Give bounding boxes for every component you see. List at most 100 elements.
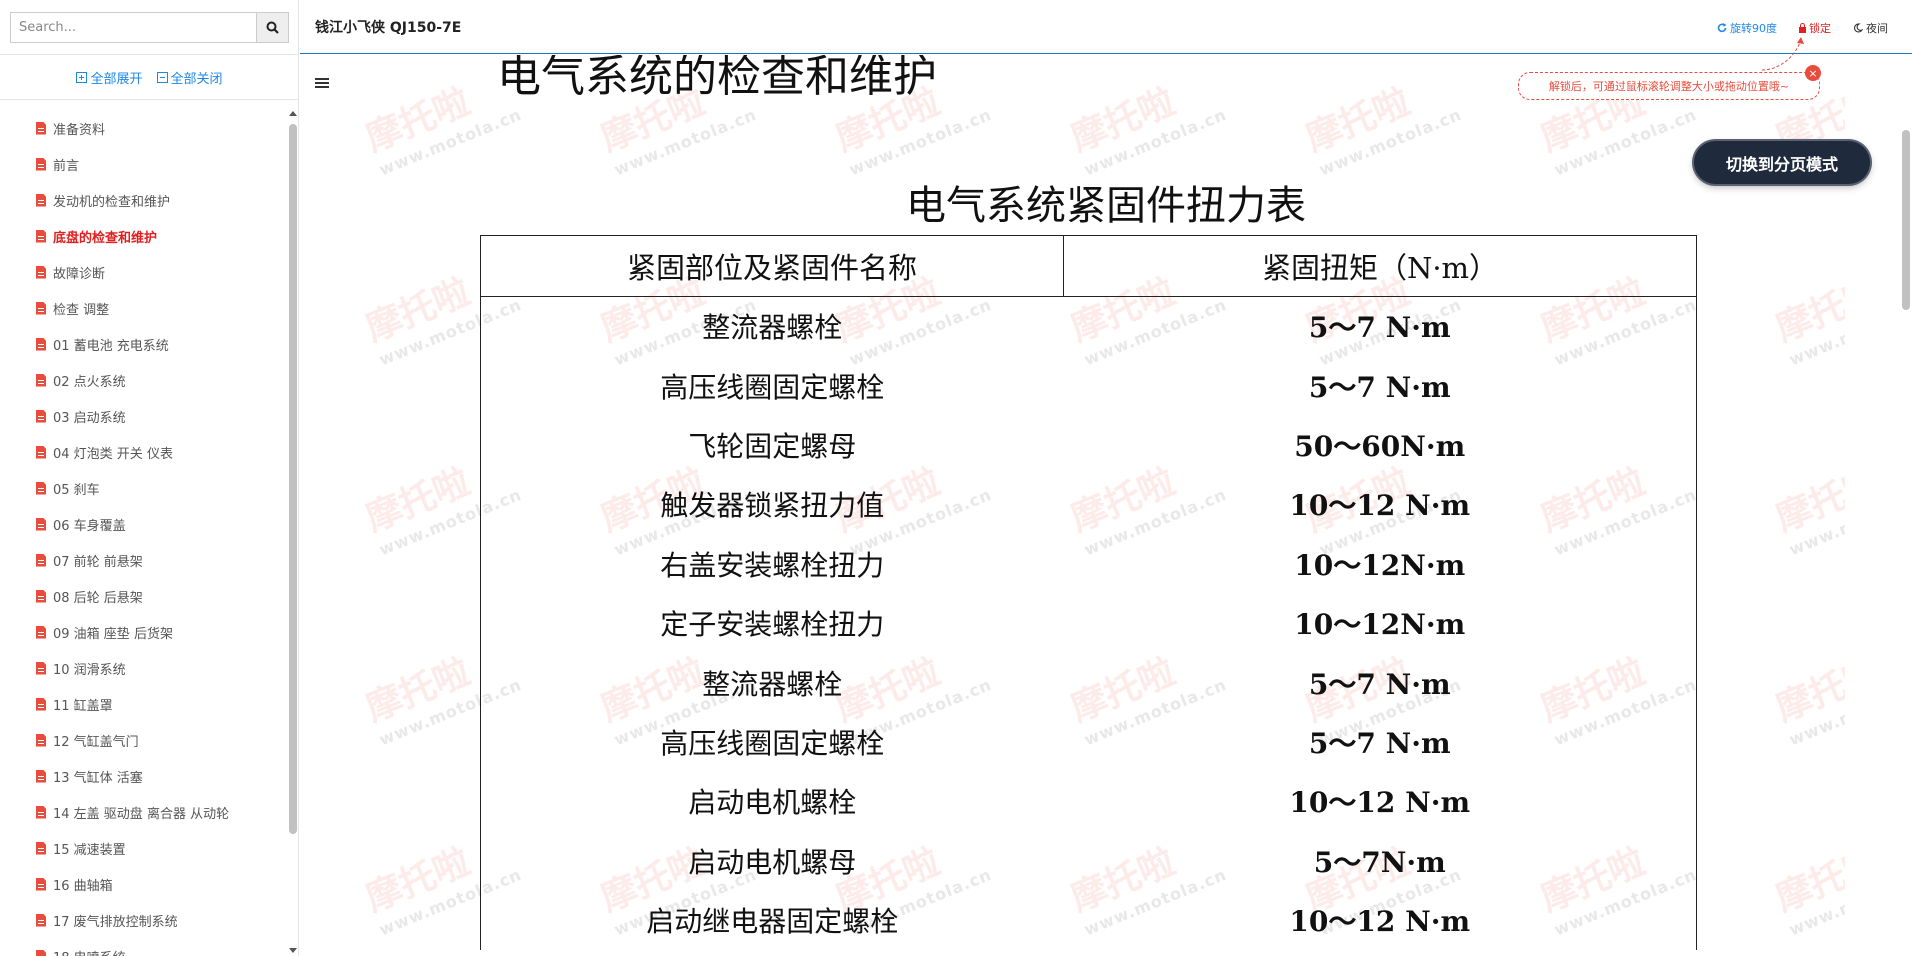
toc-item[interactable]: 02 点火系统 (0, 362, 287, 398)
torque-value-cell: 5～7 N·m (1063, 652, 1697, 713)
toc-item[interactable]: 准备资料 (0, 110, 287, 146)
torque-table: 紧固部位及紧固件名称 紧固扭矩（N·m） 整流器螺栓 5～7 N·m 高压线圈固定螺… (480, 235, 1697, 950)
scroll-up-icon[interactable] (289, 111, 297, 116)
toc-item-label: 前言 (53, 158, 80, 174)
document-title: 钱江小飞侠 QJ150-7E (315, 20, 462, 36)
lock-button[interactable]: 锁定 (1799, 20, 1831, 36)
search-icon (266, 21, 279, 34)
collapse-all-button[interactable]: 全部关闭 (156, 68, 223, 87)
document-icon (36, 445, 46, 459)
document-icon (36, 661, 46, 675)
column-header-torque: 紧固扭矩（N·m） (1063, 235, 1697, 297)
expand-collapse-bar: 全部展开 全部关闭 (0, 54, 299, 100)
toc-item[interactable]: 13 气缸体 活塞 (0, 758, 287, 794)
toc-item[interactable]: 04 灯泡类 开关 仪表 (0, 434, 287, 470)
table-title: 电气系统紧固件扭力表 (906, 183, 1306, 229)
switch-page-mode-button[interactable]: 切换到分页模式 (1694, 141, 1870, 184)
toc-item[interactable]: 发动机的检查和维护 (0, 182, 287, 218)
menu-icon[interactable] (315, 78, 329, 90)
toc-item-label: 04 灯泡类 开关 仪表 (53, 446, 173, 462)
expand-all-button[interactable]: 全部展开 (76, 68, 143, 87)
table-row: 高压线圈固定螺栓 5～7 N·m (480, 355, 1697, 416)
torque-value-cell: 5～7 N·m (1063, 296, 1697, 356)
toc-item-label: 11 缸盖罩 (53, 698, 113, 714)
document-icon (36, 805, 46, 819)
moon-icon (1854, 23, 1863, 33)
toc-item[interactable]: 08 后轮 后悬架 (0, 578, 287, 614)
close-icon[interactable]: × (1805, 65, 1821, 81)
toc-item[interactable]: 11 缸盖罩 (0, 686, 287, 722)
toc-item-label: 17 废气排放控制系统 (53, 914, 178, 930)
toc-item[interactable]: 12 气缸盖气门 (0, 722, 287, 758)
sidebar: 全部展开 全部关闭 准备资料前言发动机的检查和维护底盘的检查和维护故障诊断检查 … (0, 0, 299, 956)
part-name-cell: 触发器锁紧扭力值 (480, 474, 1064, 535)
toc-item-label: 准备资料 (53, 122, 106, 138)
document-icon (36, 625, 46, 639)
toc-item[interactable]: 07 前轮 前悬架 (0, 542, 287, 578)
unlock-tip: 解锁后，可通过鼠标滚轮调整大小或拖动位置哦~ (1518, 72, 1820, 100)
toc-item[interactable]: 14 左盖 驱动盘 离合器 从动轮 (0, 794, 287, 830)
table-row: 整流器螺栓 5～7 N·m (480, 652, 1697, 713)
toc-item-label: 12 气缸盖气门 (53, 734, 139, 750)
toc-item[interactable]: 05 刹车 (0, 470, 287, 506)
search-button[interactable] (256, 13, 288, 42)
rotate-button[interactable]: 旋转90度 (1717, 20, 1777, 36)
document-viewer: 摩托啦 www.motola.cn 摩托啦 www.motola.cn 摩托啦 www.m… (300, 55, 1912, 956)
toc-item[interactable]: 前言 (0, 146, 287, 182)
toc-item[interactable]: 03 启动系统 (0, 398, 287, 434)
table-header-row: 紧固部位及紧固件名称 紧固扭矩（N·m） (480, 235, 1697, 297)
toc-item[interactable]: 底盘的检查和维护 (0, 218, 287, 254)
section-heading: 电气系统的检查和维护 (497, 55, 937, 102)
header-actions: 旋转90度 锁定 夜间 (1717, 20, 1888, 36)
document-icon (36, 481, 46, 495)
part-name-cell: 右盖安装螺栓扭力 (480, 534, 1064, 594)
toc-item-label: 06 车身覆盖 (53, 518, 126, 534)
toc-item-label: 检查 调整 (53, 302, 110, 318)
toc-item-label: 底盘的检查和维护 (53, 230, 158, 246)
toc-item[interactable]: 16 曲轴箱 (0, 866, 287, 902)
toc-item[interactable]: 15 减速装置 (0, 830, 287, 866)
toc-item[interactable]: 01 蓄电池 充电系统 (0, 326, 287, 362)
table-row: 启动电机螺栓 10～12 N·m (480, 771, 1697, 832)
rotate-icon (1717, 23, 1727, 33)
toc-item[interactable]: 检查 调整 (0, 290, 287, 326)
document-icon (36, 589, 46, 603)
toc-item[interactable]: 17 废气排放控制系统 (0, 902, 287, 938)
document-icon (36, 913, 46, 927)
scroll-down-icon[interactable] (289, 948, 297, 953)
watermark: 摩托啦www.motola.cn (1770, 841, 1845, 940)
document-icon (36, 949, 46, 956)
sidebar-scrollbar[interactable] (287, 110, 299, 956)
document-icon (36, 157, 46, 171)
toc-item[interactable]: 18 电喷系统 (0, 938, 287, 956)
content-scroll-thumb[interactable] (1902, 130, 1910, 310)
content-scrollbar[interactable] (1900, 55, 1912, 956)
toc-item-label: 05 刹车 (53, 482, 100, 498)
toc-item[interactable]: 09 油箱 座垫 后货架 (0, 614, 287, 650)
part-name-cell: 启动电机螺栓 (480, 771, 1064, 832)
toc-item[interactable]: 故障诊断 (0, 254, 287, 290)
part-name-cell: 整流器螺栓 (480, 652, 1064, 713)
document-icon (36, 553, 46, 567)
toc-item-label: 07 前轮 前悬架 (53, 554, 143, 570)
toc-item-label: 09 油箱 座垫 后货架 (53, 626, 173, 642)
part-name-cell: 整流器螺栓 (480, 296, 1064, 356)
toc-item-label: 10 润滑系统 (53, 662, 126, 678)
toc-item[interactable]: 10 润滑系统 (0, 650, 287, 686)
table-row: 高压线圈固定螺栓 5～7 N·m (480, 712, 1697, 772)
document-icon (36, 121, 46, 135)
torque-value-cell: 10～12N·m (1063, 593, 1697, 653)
document-icon (36, 697, 46, 711)
document-icon (36, 337, 46, 351)
toc-item-label: 01 蓄电池 充电系统 (53, 338, 169, 354)
torque-value-cell: 10～12 N·m (1063, 771, 1697, 832)
toc-item-label: 16 曲轴箱 (53, 878, 113, 894)
table-row: 飞轮固定螺母 50～60N·m (480, 415, 1697, 475)
document-icon (36, 877, 46, 891)
search-input[interactable] (11, 13, 256, 42)
toc-item[interactable]: 06 车身覆盖 (0, 506, 287, 542)
part-name-cell: 启动电机螺母 (480, 831, 1064, 891)
document-icon (36, 409, 46, 423)
night-mode-button[interactable]: 夜间 (1853, 20, 1888, 36)
sidebar-scroll-thumb[interactable] (289, 124, 297, 834)
